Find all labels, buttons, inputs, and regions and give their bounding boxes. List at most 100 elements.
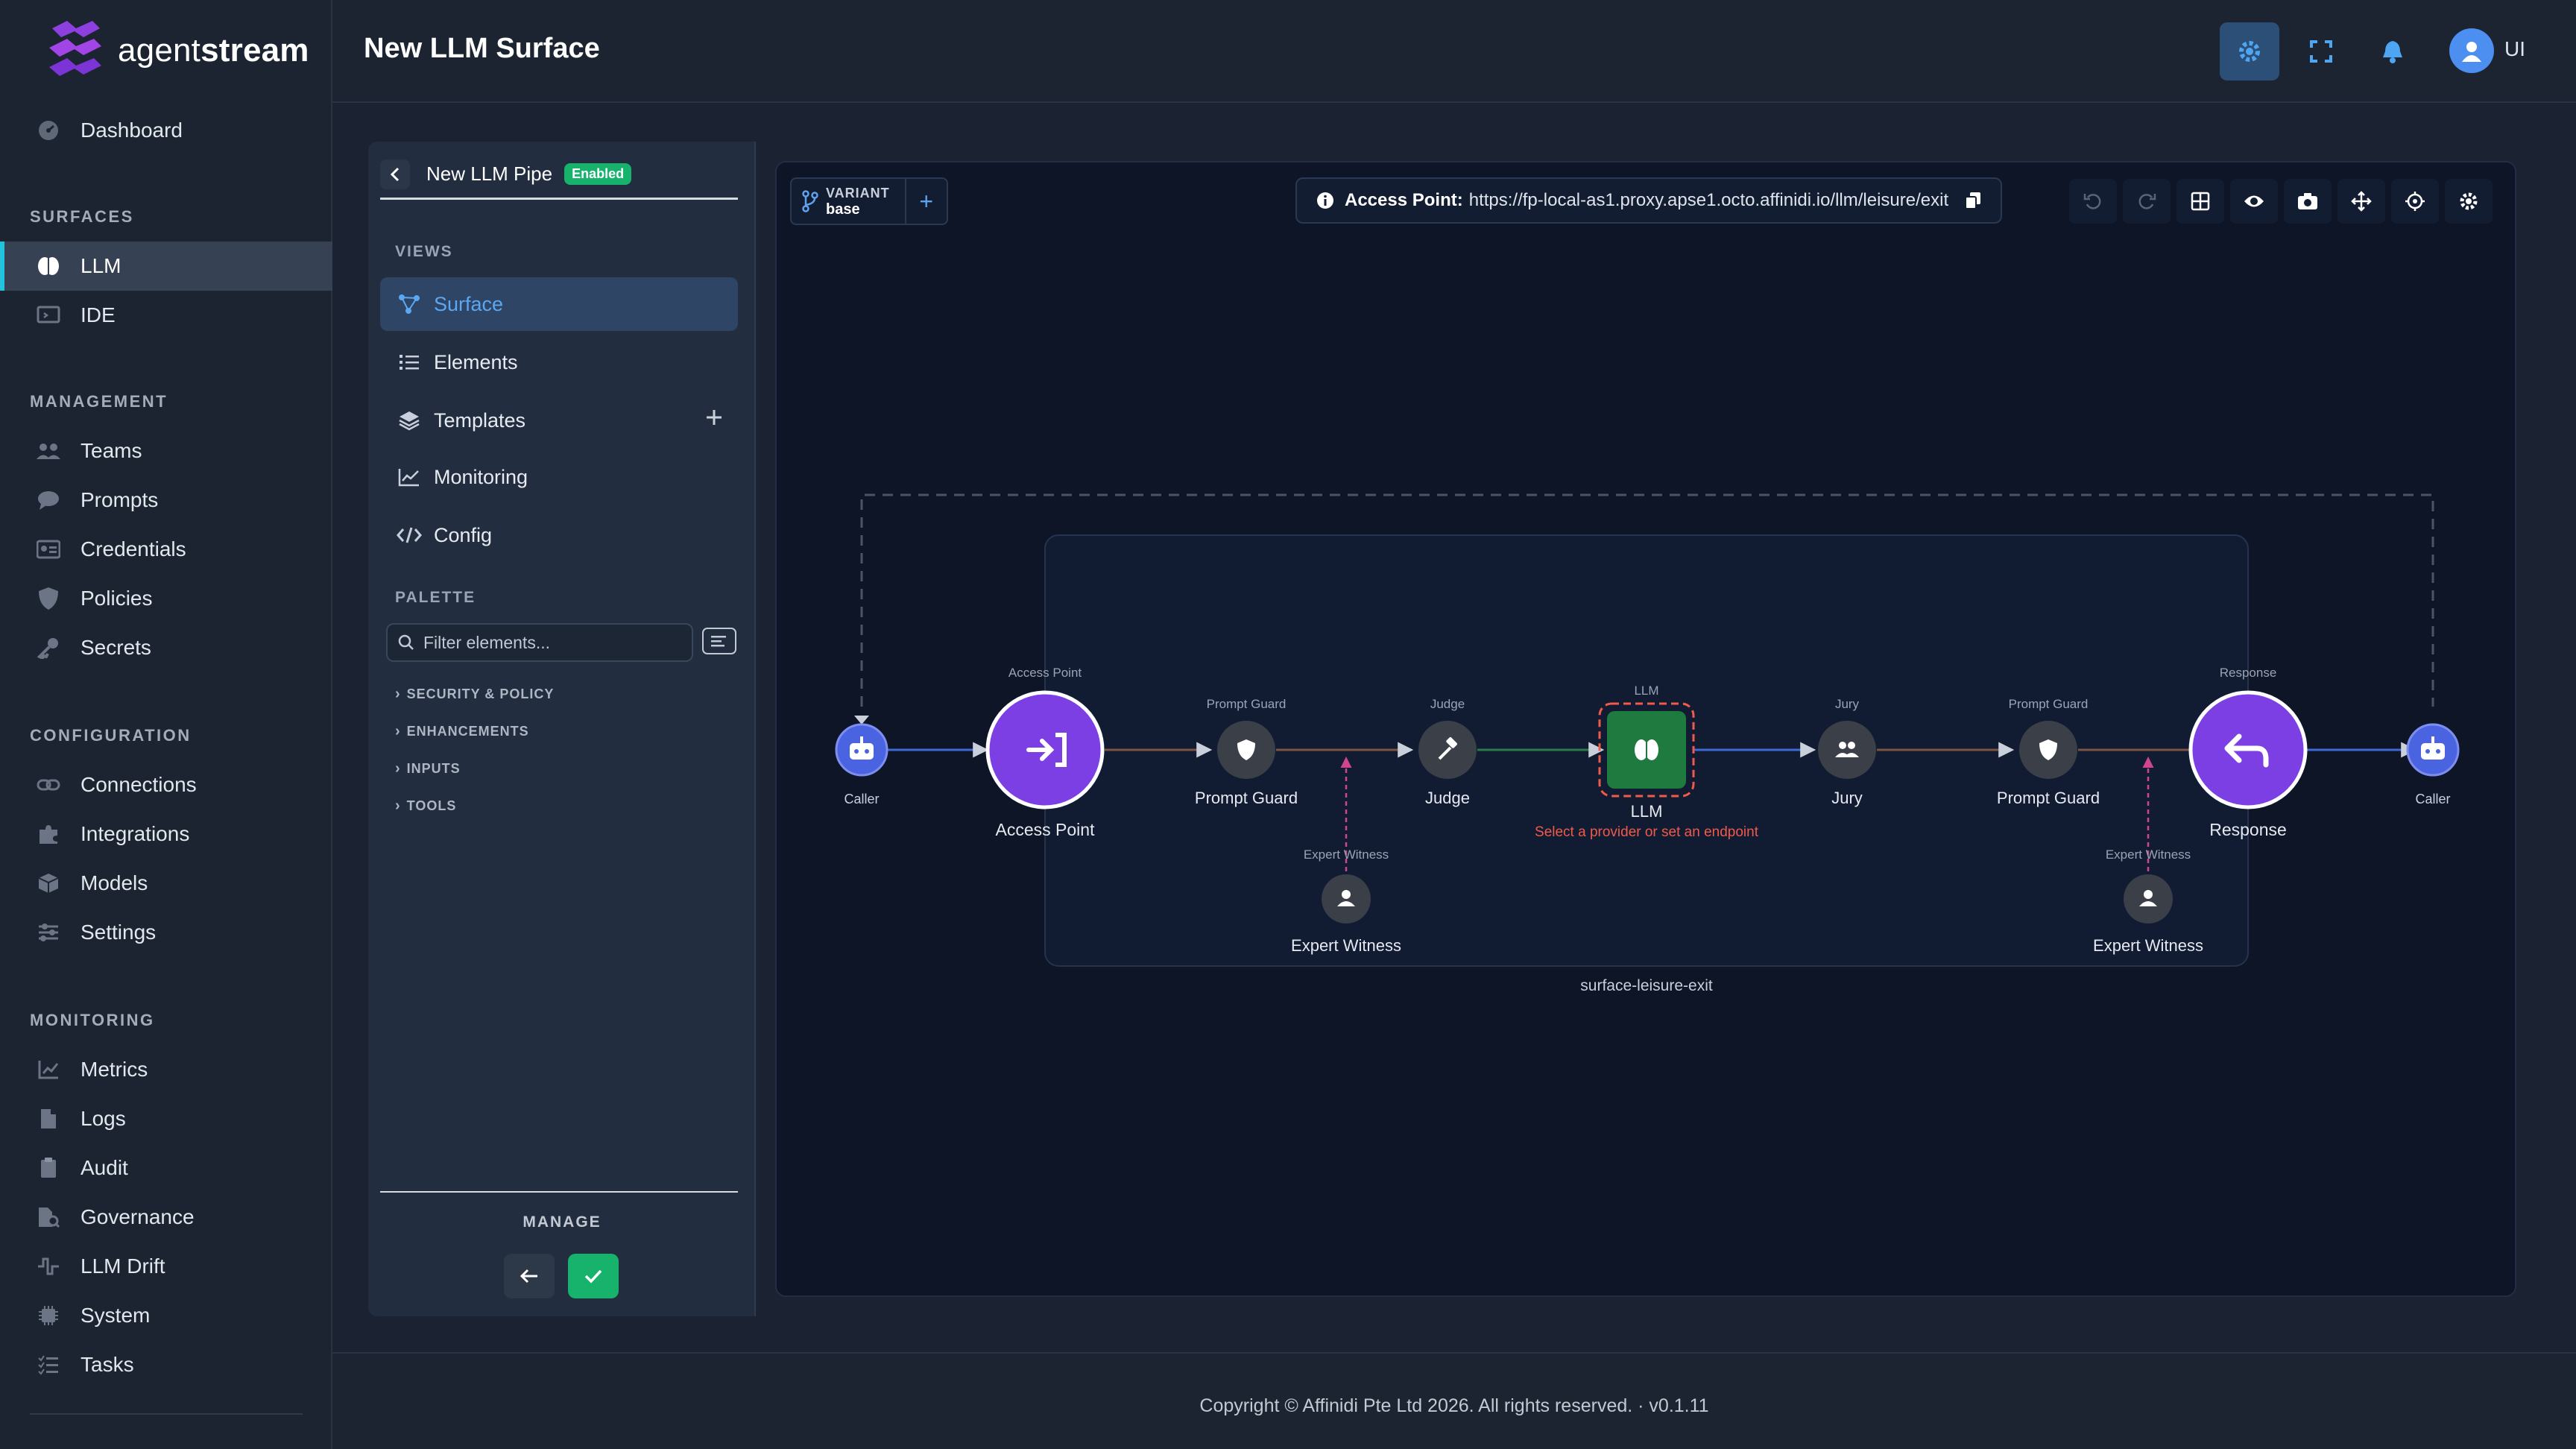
nav-dashboard-label: Dashboard xyxy=(80,119,183,142)
nav-teams-label: Teams xyxy=(80,439,142,462)
user-icon xyxy=(2462,42,2481,62)
view-templates[interactable]: Templates xyxy=(380,394,738,447)
palette-category-security[interactable]: › SECURITY & POLICY xyxy=(395,686,554,703)
nav-settings-label: Settings xyxy=(80,921,157,944)
nav-audit[interactable]: Audit xyxy=(0,1143,332,1193)
user-initials[interactable]: UI xyxy=(2504,37,2525,61)
nav-llm-drift[interactable]: LLM Drift xyxy=(0,1242,332,1291)
nav-integrations-label: Integrations xyxy=(80,822,190,845)
view-elements[interactable]: Elements xyxy=(380,335,738,389)
nav-models[interactable]: Models xyxy=(0,859,332,908)
file-icon xyxy=(34,1105,63,1133)
flow-canvas[interactable]: VARIANT base + Access Point: https://fp-… xyxy=(775,161,2516,1297)
node-llm-type: LLM xyxy=(1634,684,1658,698)
bell-icon xyxy=(2383,41,2402,63)
save-button[interactable] xyxy=(568,1254,619,1298)
node-caller-right[interactable]: Caller xyxy=(2406,723,2460,806)
nav-metrics[interactable]: Metrics xyxy=(0,1045,332,1094)
nav-llm[interactable]: LLM xyxy=(0,242,332,291)
view-monitoring[interactable]: Monitoring xyxy=(380,450,738,504)
topbar: New LLM Surface UI xyxy=(332,0,2576,103)
plus-icon xyxy=(707,410,722,425)
manage-label: MANAGE xyxy=(523,1213,602,1231)
theme-settings-button[interactable] xyxy=(2220,22,2279,80)
text-list-icon xyxy=(711,636,726,647)
palette-category-inputs-label: INPUTS xyxy=(406,761,461,776)
discard-button[interactable] xyxy=(504,1254,555,1298)
palette-category-tools-label: TOOLS xyxy=(406,798,457,813)
node-prompt-guard-1-type: Prompt Guard xyxy=(1207,697,1287,711)
chevron-right-icon: › xyxy=(395,798,401,814)
view-elements-label: Elements xyxy=(434,350,518,373)
chevron-right-icon: › xyxy=(395,760,401,777)
nav-governance-label: Governance xyxy=(80,1205,195,1228)
user-avatar[interactable] xyxy=(2449,28,2494,73)
nav-connections[interactable]: Connections xyxy=(0,760,332,809)
pipe-name: New LLM Pipe xyxy=(426,162,553,185)
filter-elements-field[interactable] xyxy=(386,623,693,662)
nav-ide[interactable]: IDE xyxy=(0,291,332,340)
cube-icon xyxy=(34,869,63,897)
tasks-icon xyxy=(34,1351,63,1379)
add-template-button[interactable] xyxy=(705,408,723,426)
node-caller-right-label: Caller xyxy=(2415,792,2450,806)
node-prompt-guard-2-label: Prompt Guard xyxy=(1997,789,2100,807)
nav-system[interactable]: System xyxy=(0,1291,332,1340)
brain-icon xyxy=(34,252,63,280)
nav-policies[interactable]: Policies xyxy=(0,574,332,623)
nav-governance[interactable]: Governance xyxy=(0,1193,332,1242)
manage-divider xyxy=(380,1191,738,1193)
view-surface[interactable]: Surface xyxy=(380,277,738,331)
node-expert-witness-1-label: Expert Witness xyxy=(1291,936,1401,955)
notifications-button[interactable] xyxy=(2363,22,2422,80)
shield-icon xyxy=(34,584,63,613)
nav-integrations[interactable]: Integrations xyxy=(0,809,332,859)
agentstream-logo-icon xyxy=(49,21,101,76)
node-caller-left-label: Caller xyxy=(844,792,879,806)
node-expert-witness-2-label: Expert Witness xyxy=(2093,936,2203,955)
chevron-right-icon: › xyxy=(395,686,401,702)
nav-tasks[interactable]: Tasks xyxy=(0,1340,332,1389)
nav-section-monitoring: MONITORING xyxy=(30,1011,155,1029)
brand-logo[interactable]: agentstream xyxy=(45,19,309,82)
list-icon xyxy=(397,350,422,375)
nav-system-label: System xyxy=(80,1304,151,1327)
filter-mode-button[interactable] xyxy=(702,628,736,654)
gear-icon xyxy=(2239,41,2260,62)
nav-secrets[interactable]: Secrets xyxy=(0,623,332,672)
nav-logs[interactable]: Logs xyxy=(0,1094,332,1143)
key-icon xyxy=(34,634,63,662)
pulse-icon xyxy=(34,1252,63,1281)
back-button[interactable] xyxy=(380,159,410,189)
node-judge-type: Judge xyxy=(1430,697,1465,711)
arrow-left-icon xyxy=(520,1269,537,1284)
palette-category-inputs[interactable]: › INPUTS xyxy=(395,760,461,777)
layers-icon xyxy=(397,408,422,433)
pipe-panel: New LLM Pipe Enabled VIEWS Surface Eleme… xyxy=(368,142,756,1316)
return-arrow xyxy=(854,716,869,724)
clipboard-icon xyxy=(34,1154,63,1182)
palette-category-enhancements[interactable]: › ENHANCEMENTS xyxy=(395,723,529,740)
nav-settings[interactable]: Settings xyxy=(0,908,332,957)
nav-teams[interactable]: Teams xyxy=(0,426,332,476)
fullscreen-button[interactable] xyxy=(2291,22,2351,80)
palette-category-tools[interactable]: › TOOLS xyxy=(395,798,456,815)
view-config[interactable]: Config xyxy=(380,508,738,562)
status-badge: Enabled xyxy=(564,163,632,185)
filter-elements-input[interactable] xyxy=(423,632,669,653)
nav-credentials-label: Credentials xyxy=(80,537,186,561)
node-llm-label: LLM xyxy=(1631,802,1663,821)
node-caller-left[interactable]: Caller xyxy=(835,723,888,806)
brand-name: agentstream xyxy=(118,32,309,69)
nav-credentials[interactable]: Credentials xyxy=(0,525,332,574)
nav-dashboard[interactable]: Dashboard xyxy=(0,106,332,155)
palette-category-enhancements-label: ENHANCEMENTS xyxy=(406,724,529,739)
chevron-left-icon xyxy=(390,167,400,181)
node-response-type: Response xyxy=(2220,666,2277,680)
nav-tasks-label: Tasks xyxy=(80,1353,134,1376)
nav-connections-label: Connections xyxy=(80,773,197,796)
sidebar: agentstream Dashboard SURFACES LLM IDE M… xyxy=(0,0,332,1449)
nav-prompts[interactable]: Prompts xyxy=(0,476,332,525)
users-icon xyxy=(34,437,63,465)
nav-policies-label: Policies xyxy=(80,587,153,610)
